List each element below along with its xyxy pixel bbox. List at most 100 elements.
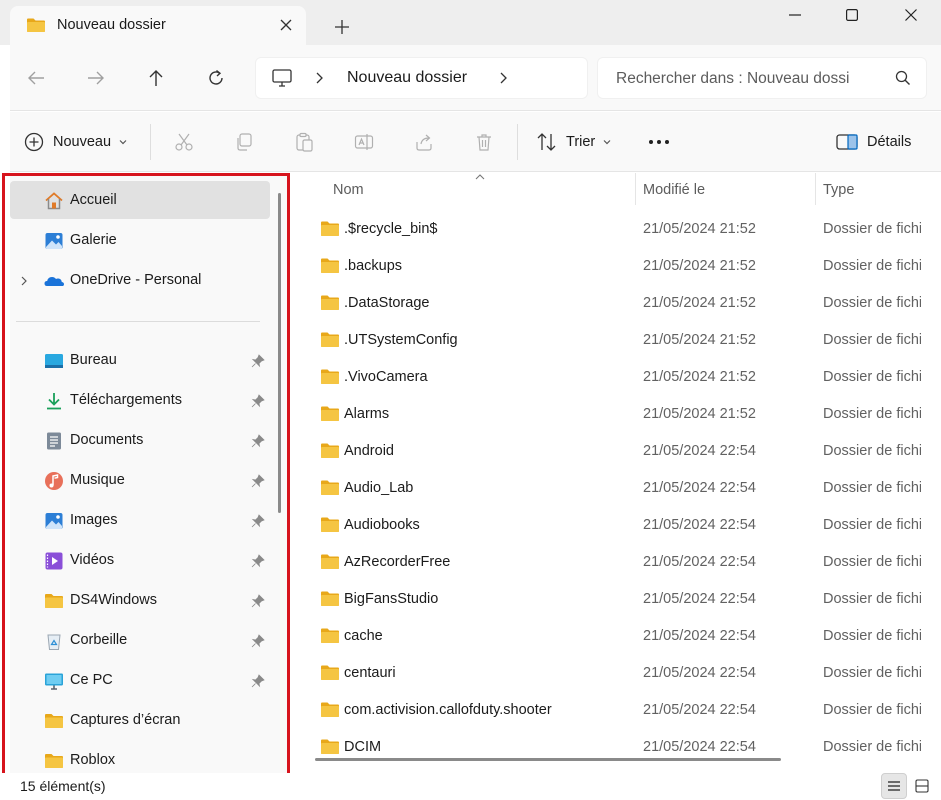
sidebar-item-accueil[interactable]: Accueil bbox=[10, 181, 270, 219]
table-row[interactable]: .backups 21/05/2024 21:52 Dossier de fichi… bbox=[290, 247, 941, 284]
file-type: Dossier de fichiers bbox=[823, 480, 921, 496]
separator bbox=[150, 124, 151, 160]
sidebar-item-label: Téléchargements bbox=[70, 392, 183, 408]
details-view-button[interactable] bbox=[881, 773, 907, 799]
sidebar-item-corbeille[interactable]: Corbeille bbox=[10, 621, 270, 659]
table-row[interactable]: AzRecorderFree 21/05/2024 22:54 Dossier de… bbox=[290, 543, 941, 580]
sidebar-item-label: OneDrive - Personal bbox=[70, 272, 202, 288]
table-row[interactable]: Android 21/05/2024 22:54 Dossier de fichie… bbox=[290, 432, 941, 469]
address-field[interactable]: Nouveau dossier bbox=[255, 57, 588, 99]
file-name: .VivoCamera bbox=[344, 369, 428, 385]
sidebar-item-captures[interactable]: Captures d’écran bbox=[10, 701, 270, 739]
rename-button[interactable] bbox=[354, 126, 374, 158]
maximize-button[interactable] bbox=[822, 0, 882, 30]
sidebar-item-ce-pc[interactable]: Ce PC bbox=[10, 661, 270, 699]
close-window-button[interactable] bbox=[881, 0, 941, 30]
sidebar-item-bureau[interactable]: Bureau bbox=[10, 341, 270, 379]
clipboard-icon bbox=[296, 132, 313, 152]
arrow-left-icon bbox=[28, 71, 44, 85]
column-separator[interactable] bbox=[635, 173, 636, 205]
sidebar-scrollbar[interactable] bbox=[278, 193, 281, 513]
new-button[interactable]: Nouveau bbox=[24, 126, 128, 158]
sidebar-item-videos[interactable]: Vidéos bbox=[10, 541, 270, 579]
search-icon[interactable] bbox=[895, 70, 911, 90]
close-tab-button[interactable] bbox=[275, 14, 297, 36]
sidebar-item-telechargements[interactable]: Téléchargements bbox=[10, 381, 270, 419]
sort-ascending-icon bbox=[475, 174, 485, 180]
table-row[interactable]: .UTSystemConfig 21/05/2024 21:52 Dossier d… bbox=[290, 321, 941, 358]
sidebar-item-ds4windows[interactable]: DS4Windows bbox=[10, 581, 270, 619]
file-modified-date: 21/05/2024 21:52 bbox=[643, 332, 756, 348]
column-separator[interactable] bbox=[815, 173, 816, 205]
sidebar-item-galerie[interactable]: Galerie bbox=[10, 221, 270, 259]
sidebar-item-label: Accueil bbox=[70, 192, 117, 208]
file-modified-date: 21/05/2024 22:54 bbox=[643, 628, 756, 644]
table-row[interactable]: .$recycle_bin$ 21/05/2024 21:52 Dossier de… bbox=[290, 210, 941, 247]
sidebar-item-musique[interactable]: Musique bbox=[10, 461, 270, 499]
file-name: .$recycle_bin$ bbox=[344, 221, 438, 237]
maximize-icon bbox=[846, 9, 858, 21]
sidebar-item-images[interactable]: Images bbox=[10, 501, 270, 539]
horizontal-scrollbar[interactable] bbox=[315, 758, 781, 761]
search-input[interactable]: Rechercher dans : Nouveau dossi bbox=[597, 57, 927, 99]
folder-icon bbox=[321, 369, 339, 384]
recycle-bin-icon bbox=[47, 634, 61, 650]
file-modified-date: 21/05/2024 22:54 bbox=[643, 517, 756, 533]
table-row[interactable]: Alarms 21/05/2024 21:52 Dossier de fichier… bbox=[290, 395, 941, 432]
new-tab-button[interactable] bbox=[328, 13, 356, 41]
desktop-icon bbox=[45, 354, 63, 368]
file-type: Dossier de fichiers bbox=[823, 443, 921, 459]
folder-icon bbox=[321, 295, 339, 310]
cut-button[interactable] bbox=[174, 126, 194, 158]
table-row[interactable]: com.activision.callofduty.shooter 21/05/2… bbox=[290, 691, 941, 728]
column-header-name[interactable]: Nom bbox=[333, 173, 364, 207]
folder-icon bbox=[321, 221, 339, 236]
table-row[interactable]: .DataStorage 21/05/2024 21:52 Dossier de f… bbox=[290, 284, 941, 321]
file-name: AzRecorderFree bbox=[344, 554, 451, 570]
folder-icon bbox=[321, 258, 339, 273]
item-count: 15 élément(s) bbox=[20, 778, 106, 794]
sidebar-item-label: Documents bbox=[70, 432, 144, 448]
file-modified-date: 21/05/2024 21:52 bbox=[643, 369, 756, 385]
chevron-right-icon[interactable] bbox=[314, 70, 324, 90]
table-row[interactable]: centauri 21/05/2024 22:54 Dossier de fichi… bbox=[290, 654, 941, 691]
folder-icon bbox=[321, 628, 339, 643]
file-name: BigFansStudio bbox=[344, 591, 439, 607]
tab-nouveau-dossier[interactable]: Nouveau dossier bbox=[10, 6, 306, 45]
column-header-modified[interactable]: Modifié le bbox=[643, 173, 705, 207]
forward-button[interactable] bbox=[80, 62, 112, 94]
refresh-button[interactable] bbox=[200, 62, 232, 94]
column-header-type[interactable]: Type bbox=[823, 173, 854, 207]
table-row[interactable]: BigFansStudio 21/05/2024 22:54 Dossier de … bbox=[290, 580, 941, 617]
file-type: Dossier de fichiers bbox=[823, 332, 921, 348]
command-bar: Nouveau Trier Détails bbox=[10, 112, 941, 172]
table-row[interactable]: .VivoCamera 21/05/2024 21:52 Dossier de fi… bbox=[290, 358, 941, 395]
folder-icon bbox=[321, 406, 339, 421]
minimize-button[interactable] bbox=[765, 0, 825, 30]
pin-icon bbox=[251, 394, 265, 408]
chevron-right-icon[interactable] bbox=[498, 70, 508, 90]
table-row[interactable]: Audio_Lab 21/05/2024 22:54 Dossier de fich… bbox=[290, 469, 941, 506]
more-options-button[interactable] bbox=[648, 126, 670, 158]
trash-icon bbox=[477, 134, 491, 151]
table-row[interactable]: Audiobooks 21/05/2024 22:54 Dossier de fic… bbox=[290, 506, 941, 543]
sidebar-item-documents[interactable]: Documents bbox=[10, 421, 270, 459]
more-icon bbox=[649, 140, 669, 144]
back-button[interactable] bbox=[20, 62, 52, 94]
paste-button[interactable] bbox=[294, 126, 314, 158]
sort-button[interactable]: Trier bbox=[536, 126, 612, 158]
breadcrumb-current[interactable]: Nouveau dossier bbox=[347, 69, 467, 87]
tiles-view-button[interactable] bbox=[909, 773, 935, 799]
up-button[interactable] bbox=[140, 62, 172, 94]
details-button[interactable]: Détails bbox=[836, 126, 911, 158]
file-name: .UTSystemConfig bbox=[344, 332, 458, 348]
address-bar: Nouveau dossier Rechercher dans : Nouvea… bbox=[10, 45, 941, 111]
share-button[interactable] bbox=[414, 126, 434, 158]
delete-button[interactable] bbox=[474, 126, 494, 158]
folder-icon bbox=[45, 714, 63, 728]
copy-button[interactable] bbox=[234, 126, 254, 158]
table-row[interactable]: cache 21/05/2024 22:54 Dossier de fichiers bbox=[290, 617, 941, 654]
sidebar-item-onedrive[interactable]: OneDrive - Personal bbox=[10, 261, 270, 299]
new-button-label: Nouveau bbox=[53, 134, 112, 150]
file-name: Audio_Lab bbox=[344, 480, 414, 496]
